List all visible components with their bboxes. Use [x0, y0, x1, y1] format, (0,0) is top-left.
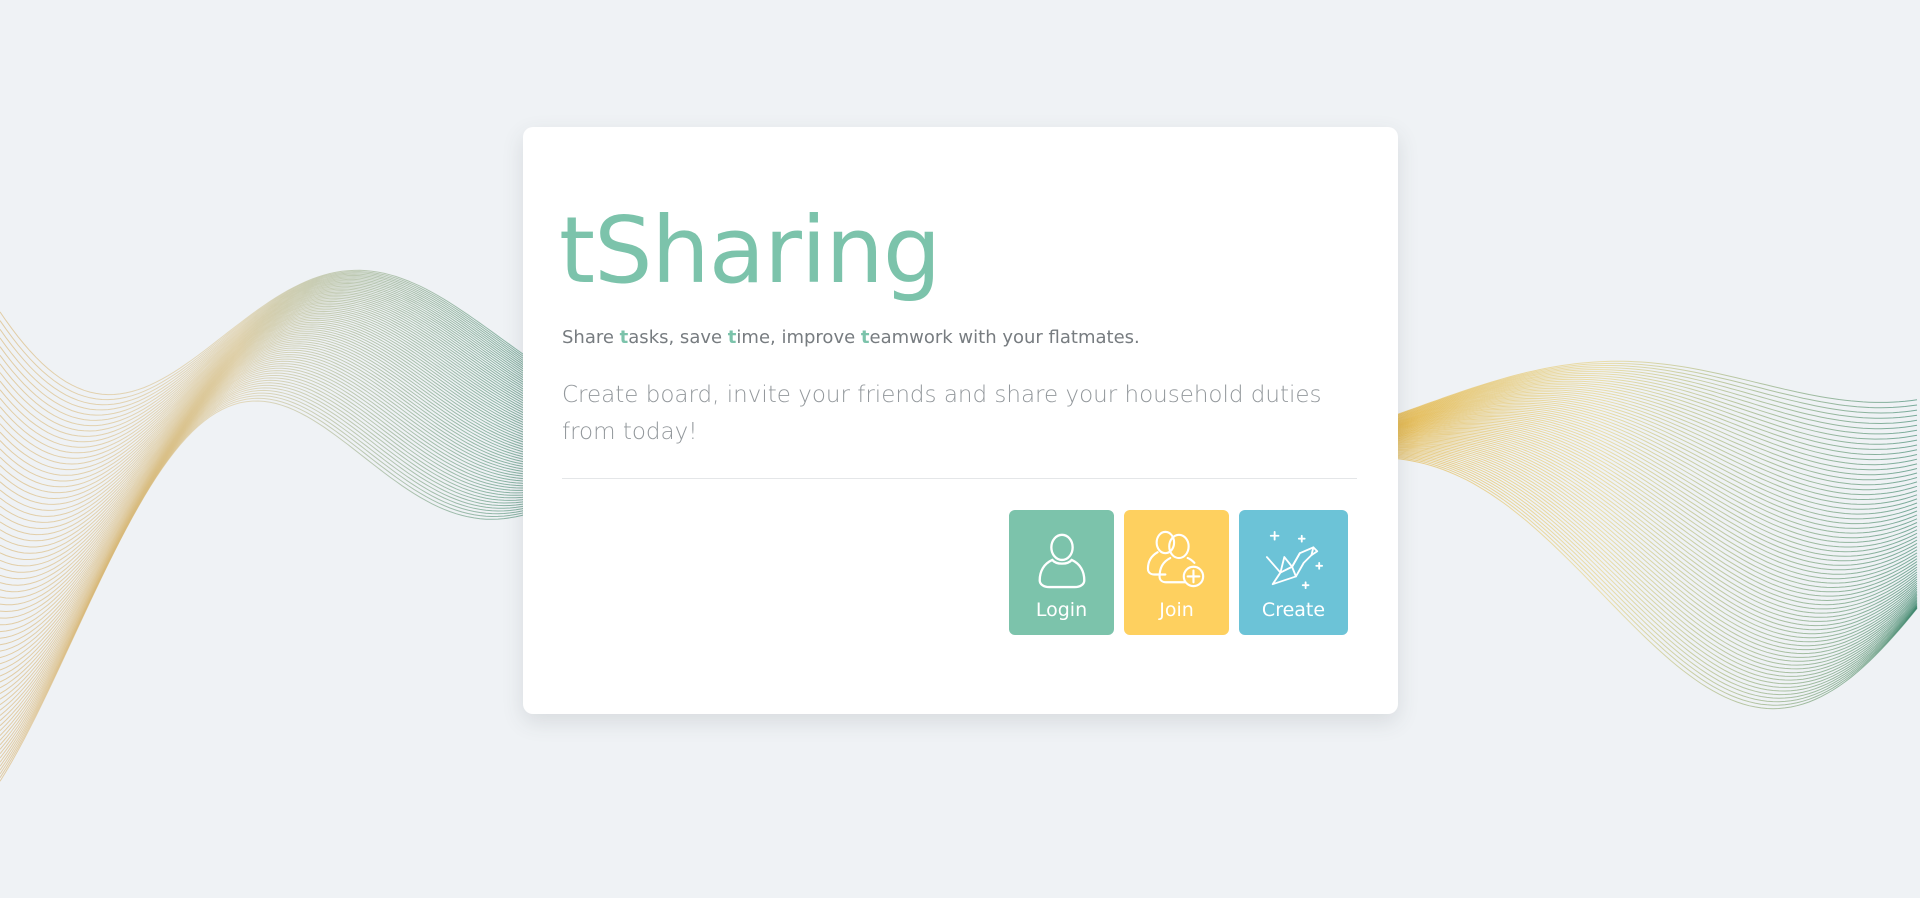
tagline-segment: eamwork with your flatmates.	[869, 327, 1140, 348]
wave-left-line	[0, 397, 529, 778]
tagline-segment: Share	[562, 327, 620, 348]
lead-text: Create board, invite your friends and sh…	[562, 382, 1322, 445]
tagline-highlight: t	[860, 327, 870, 348]
user-icon	[1038, 533, 1085, 589]
create-button[interactable]: Create	[1239, 510, 1348, 635]
wave-left-line	[0, 360, 529, 711]
wave-left-line	[0, 377, 529, 746]
origami-crane-icon	[1265, 530, 1323, 589]
action-buttons: Login Join Create	[1009, 510, 1348, 635]
wave-left-line	[0, 358, 529, 706]
wave-left-group	[0, 269, 529, 782]
welcome-card: tSharing Share tasks, save time, improve…	[523, 127, 1398, 714]
wave-right-line	[1395, 450, 1918, 685]
login-label: Login	[1035, 599, 1088, 621]
wave-left-line	[0, 349, 529, 683]
app-title: tSharing	[559, 197, 941, 304]
wave-right-line	[1394, 452, 1918, 692]
wave-left-line	[0, 351, 529, 689]
wave-right-line	[1394, 430, 1918, 610]
tagline-segment: ime, improve	[736, 327, 861, 348]
wave-left-line	[0, 363, 529, 716]
wave-right-group	[1394, 360, 1918, 710]
page: tSharing Share tasks, save time, improve…	[0, 0, 1920, 898]
wave-right-line	[1394, 436, 1918, 631]
tagline: Share tasks, save time, improve teamwork…	[562, 327, 1140, 348]
divider	[562, 478, 1357, 479]
tagline-segment: asks, save	[628, 327, 728, 348]
login-button[interactable]: Login	[1009, 510, 1114, 635]
join-label: Join	[1159, 599, 1194, 621]
tagline-highlight: t	[619, 327, 629, 348]
create-label: Create	[1261, 599, 1326, 621]
users-add-icon	[1146, 530, 1204, 588]
wave-left-line	[0, 372, 529, 736]
join-button[interactable]: Join	[1124, 510, 1229, 635]
